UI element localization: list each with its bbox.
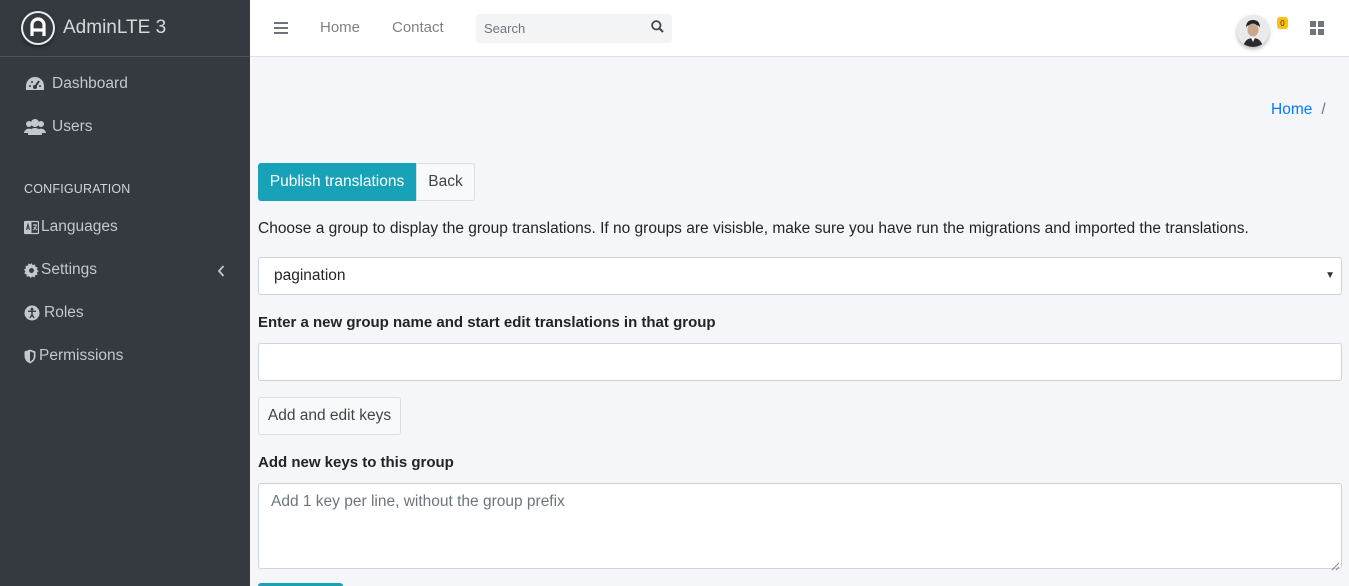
- sidebar-item-label: Permissions: [39, 347, 124, 364]
- back-button[interactable]: Back: [416, 163, 475, 201]
- main-sidebar: AdminLTE 3 Dashboard Users CONFIGURATION…: [0, 0, 250, 586]
- sidebar-item-dashboard[interactable]: Dashboard: [24, 75, 128, 93]
- breadcrumb-separator: /: [1321, 101, 1326, 118]
- add-and-edit-keys-button[interactable]: Add and edit keys: [258, 397, 401, 435]
- breadcrumb-home-link[interactable]: Home: [1271, 101, 1312, 119]
- new-keys-textarea[interactable]: [258, 483, 1342, 569]
- chevron-left-icon[interactable]: [217, 264, 225, 282]
- search-input[interactable]: [476, 14, 642, 43]
- sidebar-item-label: Users: [52, 118, 93, 135]
- sidebar-item-users[interactable]: Users: [24, 118, 92, 136]
- publish-translations-button[interactable]: Publish translations: [258, 163, 416, 201]
- group-help-text: Choose a group to display the group tran…: [258, 220, 1249, 237]
- sidebar-item-label: Languages: [41, 218, 118, 235]
- sidebar-item-label: Roles: [44, 304, 84, 321]
- sidebar-item-label: Dashboard: [52, 75, 128, 92]
- nav-link-home[interactable]: Home: [320, 19, 360, 36]
- navbar-search: [476, 14, 672, 43]
- breadcrumb: Home /: [1271, 101, 1326, 119]
- brand-logo-icon: [21, 11, 55, 45]
- caret-down-icon: ▼: [1325, 270, 1335, 281]
- hamburger-menu-icon[interactable]: [274, 21, 288, 39]
- sidebar-item-label: Settings: [41, 261, 98, 278]
- search-icon: [650, 20, 664, 37]
- user-avatar[interactable]: [1237, 15, 1269, 47]
- resize-grip-icon[interactable]: [1331, 558, 1340, 575]
- sidebar-item-settings[interactable]: Settings: [24, 261, 97, 279]
- apps-grid-icon[interactable]: [1310, 21, 1324, 39]
- language-icon: [24, 220, 39, 235]
- brand-text: AdminLTE 3: [63, 17, 167, 38]
- sidebar-header-configuration: CONFIGURATION: [24, 182, 131, 196]
- group-select-value: pagination: [274, 267, 346, 284]
- users-icon: [24, 118, 46, 136]
- shield-icon: [24, 349, 36, 364]
- search-button[interactable]: [642, 14, 672, 43]
- tachometer-icon: [24, 75, 46, 93]
- top-navbar: Home Contact 0: [250, 0, 1349, 57]
- notification-badge[interactable]: 0: [1277, 17, 1288, 29]
- nav-link-contact[interactable]: Contact: [392, 19, 444, 36]
- new-keys-label: Add new keys to this group: [258, 454, 454, 471]
- new-group-input[interactable]: [258, 343, 1342, 381]
- new-group-label: Enter a new group name and start edit tr…: [258, 314, 716, 331]
- sidebar-item-permissions[interactable]: Permissions: [24, 347, 123, 365]
- gear-icon: [24, 262, 39, 278]
- group-select[interactable]: pagination ▼: [258, 257, 1342, 295]
- brand-link[interactable]: AdminLTE 3: [0, 0, 250, 57]
- sidebar-item-roles[interactable]: Roles: [24, 304, 84, 322]
- sidebar-item-languages[interactable]: Languages: [24, 218, 118, 236]
- universal-access-icon: [24, 305, 40, 321]
